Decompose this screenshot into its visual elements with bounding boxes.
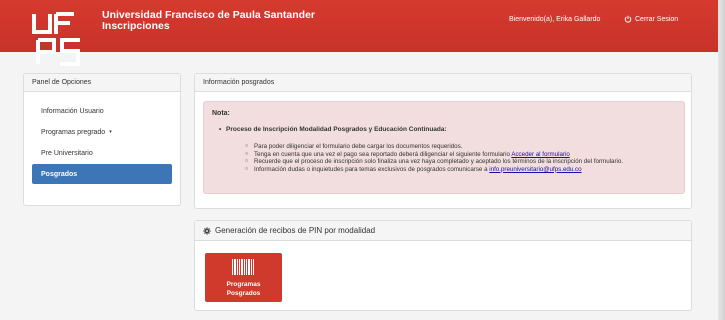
power-icon (624, 15, 632, 23)
sidebar-item-label: Información Usuario (41, 107, 104, 115)
instructions-list: Para poder diligenciar el formulario deb… (245, 143, 679, 174)
logout-button[interactable]: Cerrar Sesion (624, 15, 678, 23)
pin-generation-panel: Generación de recibos de PIN por modalid… (194, 220, 692, 311)
scrollbar[interactable] (718, 0, 725, 320)
gear-icon (203, 226, 211, 235)
options-panel: Panel de Opciones Información Usuario Pr… (23, 73, 181, 206)
ufps-logo (32, 12, 80, 66)
form-link[interactable]: Acceder al formulario (511, 151, 569, 158)
pin-generation-panel-header: Generación de recibos de PIN por modalid… (195, 221, 691, 241)
sidebar-item-informacion-usuario[interactable]: Información Usuario (32, 101, 172, 121)
programas-posgrados-button[interactable]: Programas Posgrados (205, 253, 282, 302)
barcode-icon (232, 259, 254, 275)
list-item: Para poder diligenciar el formulario deb… (245, 143, 679, 151)
list-item: Información dudas o inquietudes para tem… (245, 166, 679, 174)
welcome-text: Bienvenido(a), Erika Gallardo (509, 16, 601, 23)
info-alert: Nota: Proceso de Inscripción Modalidad P… (203, 101, 685, 194)
sidebar-item-programas-pregrado[interactable]: Programas pregrado ▾ (32, 122, 172, 142)
button-label-line1: Programas (226, 281, 261, 288)
button-label-line2: Posgrados (226, 290, 261, 297)
sidebar-item-label: Pre Universitario (41, 149, 93, 157)
sidebar-item-posgrados[interactable]: Posgrados (32, 164, 172, 184)
list-item: Tenga en cuenta que una vez el pago sea … (245, 151, 679, 159)
pin-generation-title: Generación de recibos de PIN por modalid… (215, 226, 376, 235)
app-subtitle: Inscripciones (102, 20, 170, 32)
logout-label: Cerrar Sesion (635, 15, 679, 23)
list-item: Recuerde que el proceso de inscripción s… (245, 158, 679, 166)
chevron-down-icon: ▾ (109, 129, 112, 135)
info-panel-title: Información posgrados (195, 74, 691, 92)
options-panel-title: Panel de Opciones (24, 74, 180, 92)
nota-label: Nota: (212, 110, 230, 117)
sidebar-item-label: Posgrados (41, 170, 78, 178)
info-panel: Información posgrados Nota: Proceso de I… (194, 73, 692, 209)
sidebar-item-pre-universitario[interactable]: Pre Universitario (32, 143, 172, 163)
sidebar-item-label: Programas pregrado (41, 128, 106, 136)
process-heading: Proceso de Inscripción Modalidad Posgrad… (219, 126, 447, 133)
email-link[interactable]: info.preuniversitario@ufps.edu.co (489, 166, 581, 173)
